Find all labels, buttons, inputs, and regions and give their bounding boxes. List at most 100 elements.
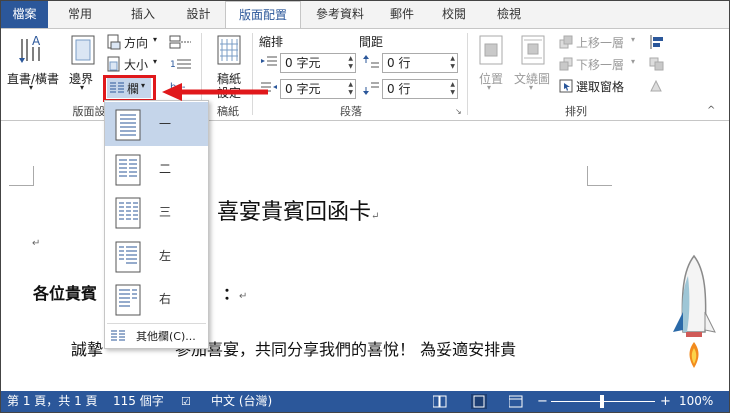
columns-option-two[interactable]: 二 — [105, 147, 208, 191]
text-direction-button[interactable]: A 直書/橫書 ▾ — [5, 31, 59, 97]
svg-text:1: 1 — [170, 60, 176, 70]
size-button[interactable]: 大小 ▾ — [105, 55, 163, 73]
position-icon — [479, 35, 503, 65]
group-icon[interactable] — [649, 57, 675, 71]
size-label: 大小 — [124, 58, 149, 72]
tab-references[interactable]: 參考資料 — [304, 1, 376, 28]
columns-option-three[interactable]: 三 — [105, 190, 208, 234]
selection-pane-button[interactable]: 選取窗格 — [557, 77, 647, 95]
menu-divider — [107, 323, 206, 324]
chevron-down-icon: ▾ — [29, 83, 34, 92]
margins-button[interactable]: 邊界 ▾ — [65, 31, 103, 97]
print-layout-icon[interactable] — [471, 394, 487, 409]
paragraph-mark: ↵ — [32, 238, 41, 249]
columns-option-one[interactable]: 一 — [105, 102, 208, 146]
two-columns-label: 二 — [159, 162, 172, 176]
bring-forward-icon — [559, 35, 573, 49]
spacing-before-value: 0 行 — [387, 56, 411, 70]
selection-pane-icon — [559, 79, 573, 93]
chevron-down-icon: ▾ — [80, 83, 85, 92]
three-columns-icon — [115, 197, 141, 229]
read-mode-icon[interactable] — [433, 395, 447, 408]
paragraph-mark: ↵ — [239, 291, 248, 302]
highlight-box — [103, 75, 156, 102]
red-arrow-icon — [162, 83, 268, 101]
indent-left-input[interactable]: 0 字元 ▲ ▼ — [280, 53, 356, 73]
orientation-icon — [107, 34, 121, 50]
breaks-icon[interactable] — [169, 35, 195, 49]
spinner-arrows-icon[interactable]: ▲ ▼ — [450, 81, 455, 97]
two-columns-icon — [115, 154, 141, 186]
spinner-arrows-icon[interactable]: ▲ ▼ — [348, 55, 353, 71]
size-icon — [107, 56, 120, 72]
columns-option-right[interactable]: 右 — [105, 277, 208, 321]
align-icon[interactable] — [649, 35, 675, 49]
send-backward-icon — [559, 57, 573, 71]
tab-insert[interactable]: 插入 — [114, 1, 172, 28]
rocket-graphic — [673, 254, 716, 368]
body-text: 參加喜宴，共同分享我們的喜悅！ 為妥適安排貴 — [175, 340, 517, 359]
margins-icon — [71, 35, 95, 65]
indent-right-input[interactable]: 0 字元 ▲ ▼ — [280, 79, 356, 99]
bring-forward-button[interactable]: 上移一層 ▾ — [557, 33, 647, 51]
greeting-line: 各位貴賓 — [33, 280, 97, 304]
zoom-out-icon[interactable]: − — [537, 391, 548, 412]
arrange-group-label: 排列 — [565, 105, 587, 118]
tab-mailings[interactable]: 郵件 — [378, 1, 426, 28]
left-column-label: 左 — [159, 249, 172, 263]
page-setup-group-label: 版面設 — [72, 105, 106, 118]
text-direction-icon: A — [19, 34, 41, 63]
right-column-icon — [115, 284, 141, 316]
language-indicator[interactable]: 中文 (台灣) — [211, 391, 272, 412]
rotate-icon[interactable] — [649, 79, 675, 93]
indent-left-value: 0 字元 — [285, 56, 321, 70]
tab-review[interactable]: 校閱 — [428, 1, 480, 28]
wrap-text-icon — [521, 35, 545, 65]
paragraph-group-label: 段落 — [340, 105, 362, 118]
spacing-after-value: 0 行 — [387, 82, 411, 96]
tab-home[interactable]: 常用 — [54, 1, 106, 28]
dialog-launcher-icon[interactable]: ↘ — [455, 107, 462, 116]
line-numbers-icon[interactable]: 1 — [169, 57, 195, 71]
position-button[interactable]: 位置 ▾ — [473, 31, 509, 99]
zoom-in-icon[interactable]: + — [660, 391, 671, 412]
chevron-down-icon: ▾ — [153, 57, 158, 66]
document-title-text: 喜宴貴賓回函卡 — [217, 200, 372, 225]
columns-option-left[interactable]: 左 — [105, 234, 208, 278]
selection-pane-label: 選取窗格 — [576, 80, 625, 94]
more-columns-icon — [111, 330, 125, 341]
word-count[interactable]: 115 個字 — [113, 391, 164, 412]
margin-corner-mark — [587, 166, 612, 186]
send-backward-button[interactable]: 下移一層 ▾ — [557, 55, 647, 73]
margin-corner-mark — [9, 166, 34, 186]
page-count[interactable]: 第 1 頁，共 1 頁 — [7, 391, 98, 412]
spacing-before-input[interactable]: 0 行 ▲ ▼ — [382, 53, 458, 73]
tab-layout[interactable]: 版面配置 — [225, 1, 301, 29]
indent-left-icon — [261, 56, 277, 66]
collapse-ribbon-icon[interactable]: ^ — [707, 105, 715, 116]
spinner-arrows-icon[interactable]: ▲ ▼ — [348, 81, 353, 97]
spinner-arrows-icon[interactable]: ▲ ▼ — [450, 55, 455, 71]
manuscript-group-label: 稿紙 — [217, 105, 239, 118]
manuscript-icon — [217, 35, 241, 65]
tab-file[interactable]: 檔案 — [1, 1, 48, 28]
left-column-icon — [115, 241, 141, 273]
spacing-header: 間距 — [359, 35, 384, 49]
zoom-slider-thumb[interactable] — [600, 395, 604, 408]
chevron-down-icon: ▾ — [487, 83, 492, 92]
tab-design[interactable]: 設計 — [171, 1, 226, 28]
web-layout-icon[interactable] — [509, 395, 523, 408]
zoom-level[interactable]: 100% — [679, 391, 713, 412]
more-columns-item[interactable]: 其他欄(C)... — [105, 325, 208, 347]
proofing-icon[interactable]: ☑ — [181, 391, 191, 412]
indent-right-value: 0 字元 — [285, 82, 321, 96]
orientation-button[interactable]: 方向 ▾ — [105, 33, 163, 51]
text-direction-label: 直書/橫書 — [7, 72, 60, 86]
body-text-start: 誠摯 — [71, 340, 104, 359]
wrap-text-button[interactable]: 文繞圖 ▾ — [511, 31, 555, 99]
spacing-after-input[interactable]: 0 行 ▲ ▼ — [382, 79, 458, 99]
right-column-label: 右 — [159, 292, 172, 306]
document-title: 喜宴貴賓回函卡↵ — [217, 194, 379, 226]
tab-view[interactable]: 檢視 — [483, 1, 535, 28]
orientation-label: 方向 — [124, 36, 149, 50]
